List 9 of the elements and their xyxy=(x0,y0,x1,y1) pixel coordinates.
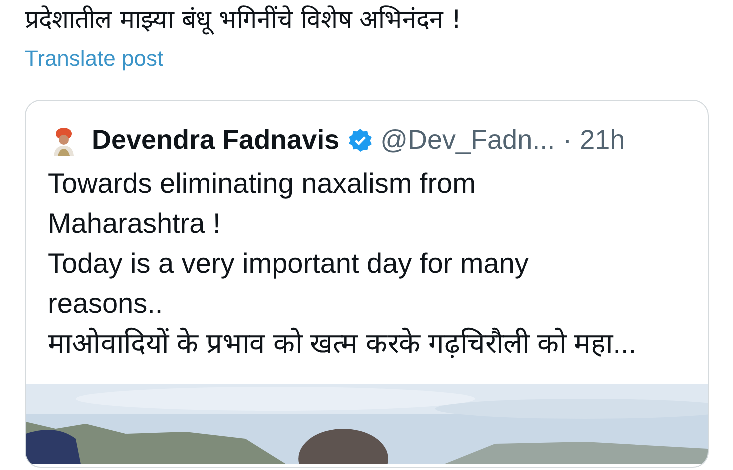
post-text: प्रदेशातील माझ्या बंधू भगिनींचे विशेष अभिनंदन ! xyxy=(25,4,462,37)
post-paragraph: Towards eliminating naxalism from Maharashtra ! xyxy=(48,167,477,241)
post-time: 21h xyxy=(580,125,626,156)
quoted-post-card[interactable]: Devendra Fadnavis @Dev_Fadn... · 21h Towards eliminating naxalism from Maharashtra ! Today is a very important day for many reasons.. माओवादियों के प्रभाव को खत्म करके गढ़चिरौली को महा... xyxy=(25,100,709,468)
author-name[interactable]: Devendra Fadnavis xyxy=(92,125,340,156)
author-handle: @Dev_Fadn... xyxy=(380,125,556,156)
post-paragraph: माओवादियों के प्रभाव को खत्म करके गढ़चिरौली को महा... xyxy=(48,326,637,361)
post-paragraph: Today is a very important day for many reasons.. xyxy=(48,247,530,321)
separator-dot: · xyxy=(563,125,572,156)
